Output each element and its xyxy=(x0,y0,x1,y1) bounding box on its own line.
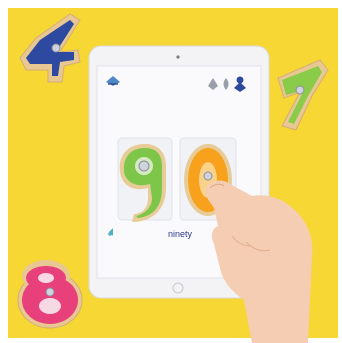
hand xyxy=(205,180,313,343)
wooden-number-4 xyxy=(19,13,81,83)
digit-card-9 xyxy=(117,137,173,222)
photo: ninety xyxy=(0,0,342,343)
wooden-number-7 xyxy=(277,59,329,131)
number-word-caption: ninety xyxy=(167,229,193,239)
wooden-number-8 xyxy=(17,260,83,329)
scene-drawing xyxy=(17,13,329,343)
